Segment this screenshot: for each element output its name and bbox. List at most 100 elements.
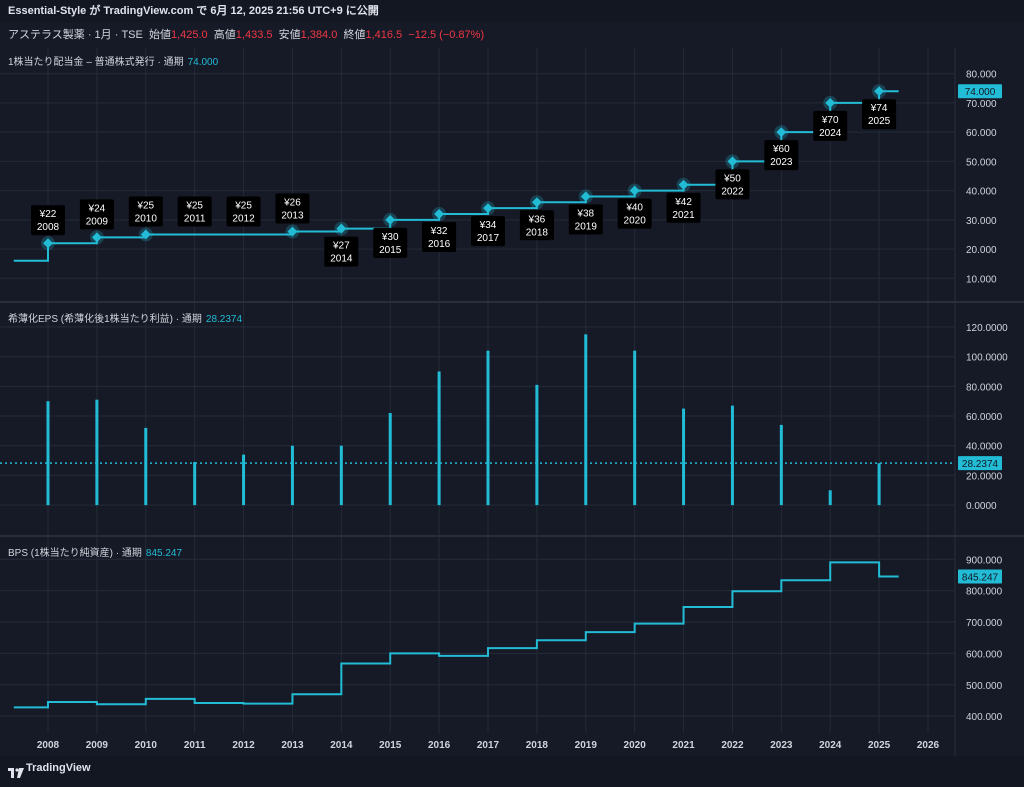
marker-value-label: ¥38 [576, 208, 594, 219]
marker-year-label: 2019 [575, 221, 598, 232]
marker-value-label: ¥40 [625, 203, 643, 214]
low-label: 安値 [278, 29, 301, 41]
marker-year-label: 2012 [232, 213, 255, 224]
y-tick-label: 40.000 [966, 187, 997, 198]
eps-current-value: 28.2374 [205, 314, 243, 325]
y-tick-label: 600.000 [966, 649, 1003, 660]
eps-bar [388, 413, 392, 506]
marker-value-label: ¥36 [528, 214, 546, 225]
eps-bar [779, 424, 783, 506]
close-label: 終値 [343, 29, 366, 41]
y-tick-label: 20.000 [966, 245, 997, 256]
symbol-info: アステラス製薬 · 1月 · TSE 始値1,425.0 高値1,433.5 安… [8, 26, 484, 42]
bps-current-value: 845.247 [145, 548, 183, 559]
symbol-name: アステラス製薬 · 1月 · TSE [8, 29, 143, 41]
open-label: 始値 [148, 29, 171, 41]
marker-value-label: ¥70 [821, 115, 839, 126]
y-tick-label: 900.000 [966, 555, 1003, 566]
y-tick-label: 40.0000 [966, 442, 1003, 453]
marker-value-label: ¥26 [283, 198, 301, 209]
eps-title: 希薄化EPS (希薄化後1株当たり利益) · 通期 [8, 314, 202, 325]
eps-bar [193, 462, 197, 506]
eps-bar [535, 384, 539, 506]
x-tick-label: 2016 [428, 740, 451, 751]
tradingview-logo-icon[interactable] [8, 763, 24, 787]
change-value: −12.5 (−0.87%) [408, 29, 485, 41]
x-tick-label: 2024 [819, 740, 842, 751]
eps-bar [486, 350, 490, 506]
dividend-pane-label: 1株当たり配当金 – 普通株式発行 · 通期 74.000 [8, 53, 218, 68]
eps-bar [682, 408, 686, 506]
x-tick-label: 2019 [575, 740, 598, 751]
eps-bar [633, 350, 637, 506]
x-tick-label: 2018 [526, 740, 549, 751]
marker-value-label: ¥74 [870, 103, 888, 114]
marker-year-label: 2023 [770, 157, 793, 168]
marker-value-label: ¥25 [234, 200, 252, 211]
y-tick-label: 100.0000 [966, 353, 1008, 364]
close-value: 1,416.5 [365, 29, 403, 41]
y-tick-label: 10.000 [966, 274, 997, 285]
eps-bar [95, 399, 99, 506]
y-tick-label: 20.0000 [966, 471, 1003, 482]
last-value-tag-label: 28.2374 [962, 459, 999, 470]
open-value: 1,425.0 [170, 29, 208, 41]
x-tick-label: 2020 [624, 740, 647, 751]
dividend-current-value: 74.000 [187, 57, 219, 68]
high-value: 1,433.5 [235, 29, 273, 41]
eps-bar [46, 401, 50, 506]
y-tick-label: 0.0000 [966, 501, 997, 512]
tradingview-brand[interactable]: TradingView [26, 756, 91, 780]
eps-bar [877, 463, 881, 506]
marker-value-label: ¥30 [381, 232, 399, 243]
marker-year-label: 2022 [721, 186, 744, 197]
marker-value-label: ¥27 [332, 241, 350, 252]
eps-pane-label: 希薄化EPS (希薄化後1株当たり利益) · 通期 28.2374 [8, 310, 242, 325]
y-tick-label: 400.000 [966, 712, 1003, 723]
x-tick-label: 2014 [330, 740, 353, 751]
marker-value-label: ¥22 [39, 209, 57, 220]
marker-year-label: 2020 [624, 216, 647, 227]
marker-year-label: 2025 [868, 116, 891, 127]
x-tick-label: 2025 [868, 740, 891, 751]
eps-bar [584, 334, 588, 506]
x-tick-label: 2013 [281, 740, 304, 751]
eps-bar [730, 405, 734, 506]
marker-year-label: 2014 [330, 254, 353, 265]
eps-bar [437, 371, 441, 506]
x-tick-label: 2010 [135, 740, 158, 751]
marker-value-label: ¥25 [185, 200, 203, 211]
x-tick-label: 2011 [184, 740, 206, 751]
marker-value-label: ¥42 [674, 197, 692, 208]
marker-value-label: ¥60 [772, 144, 790, 155]
marker-year-label: 2017 [477, 233, 500, 244]
eps-bar [242, 454, 246, 506]
marker-year-label: 2013 [281, 211, 304, 222]
marker-year-label: 2016 [428, 239, 451, 250]
dividend-title: 1株当たり配当金 – 普通株式発行 · 通期 [8, 57, 184, 68]
chart-svg[interactable]: 80.000 70.000 60.000 50.000 40.000 30.000 20.0… [0, 0, 1024, 780]
x-tick-label: 2015 [379, 740, 402, 751]
y-tick-label: 60.0000 [966, 412, 1003, 423]
x-tick-label: 2017 [477, 740, 500, 751]
marker-year-label: 2008 [37, 222, 60, 233]
y-tick-label: 30.000 [966, 216, 997, 227]
bps-pane-label: BPS (1株当たり純資産) · 通期 845.247 [8, 544, 182, 559]
y-tick-label: 80.0000 [966, 382, 1003, 393]
marker-year-label: 2018 [526, 227, 549, 238]
eps-bar [144, 427, 148, 506]
marker-value-label: ¥34 [479, 220, 497, 231]
x-tick-label: 2009 [86, 740, 109, 751]
eps-bar [339, 445, 343, 506]
series-line [13, 561, 899, 709]
marker-year-label: 2010 [135, 213, 158, 224]
marker-value-label: ¥24 [88, 203, 106, 214]
y-tick-label: 70.000 [966, 99, 997, 110]
marker-year-label: 2021 [672, 210, 695, 221]
low-value: 1,384.0 [300, 29, 338, 41]
eps-bar [828, 490, 832, 506]
marker-year-label: 2024 [819, 128, 842, 139]
last-value-tag-label: 74.000 [965, 87, 996, 98]
marker-year-label: 2009 [86, 216, 109, 227]
x-tick-label: 2021 [672, 740, 695, 751]
